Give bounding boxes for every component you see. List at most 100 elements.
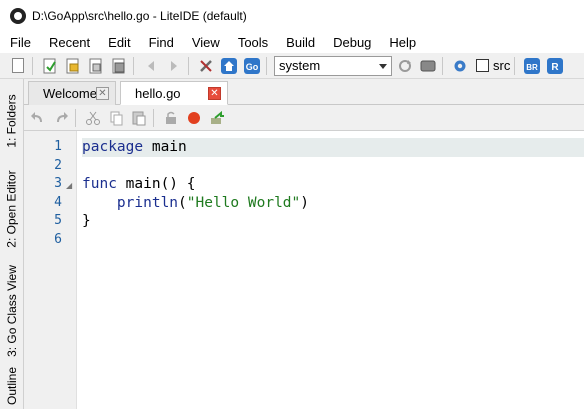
stop-button[interactable] bbox=[184, 108, 204, 128]
menu-debug[interactable]: Debug bbox=[323, 32, 379, 53]
package-name: main bbox=[143, 139, 187, 155]
scissors-icon bbox=[86, 111, 100, 125]
save-button[interactable] bbox=[86, 56, 106, 76]
keyword-func: func bbox=[82, 176, 117, 192]
editor-tab-bar: Welcome ✕ hello.go ✕ bbox=[24, 79, 584, 105]
refresh-icon bbox=[399, 59, 411, 72]
forward-arrow-icon bbox=[171, 60, 177, 71]
line-number-gutter: 1 2 3 ◢ 4 5 6 bbox=[24, 131, 77, 409]
open-paren: ( bbox=[178, 194, 187, 211]
liteide-app-icon bbox=[10, 8, 26, 24]
string-literal: "Hello World" bbox=[186, 194, 301, 211]
build-run-icon: BR bbox=[524, 57, 541, 74]
sidebar-tab-outline-label: Outline bbox=[5, 366, 19, 406]
undo-icon bbox=[31, 111, 42, 122]
close-icon[interactable]: ✕ bbox=[208, 87, 221, 100]
toolbar-separator bbox=[514, 56, 516, 75]
menu-file[interactable]: File bbox=[0, 32, 39, 53]
undo-button[interactable] bbox=[28, 108, 48, 128]
environment-config-icon bbox=[420, 60, 436, 71]
tab-welcome[interactable]: Welcome ✕ bbox=[28, 81, 116, 105]
open-file-button[interactable] bbox=[40, 56, 60, 76]
code-line: } bbox=[82, 212, 584, 231]
menu-help[interactable]: Help bbox=[379, 32, 424, 53]
left-dock-sidebar: 1: Folders 2: Open Editor 3: Go Class Vi… bbox=[0, 79, 24, 409]
new-file-icon bbox=[12, 58, 24, 73]
code-line: println("Hello World") bbox=[82, 194, 584, 213]
svg-text:Go: Go bbox=[246, 62, 259, 72]
menu-view[interactable]: View bbox=[182, 32, 228, 53]
toolbar-separator bbox=[442, 56, 443, 75]
run-icon: R bbox=[547, 57, 564, 74]
export-button[interactable] bbox=[207, 108, 227, 128]
copy-button[interactable] bbox=[106, 108, 126, 128]
toolbar-separator bbox=[32, 56, 33, 75]
main-toolbar: Go system src BR R bbox=[0, 53, 584, 79]
environment-select-value: system bbox=[279, 57, 321, 73]
menu-find[interactable]: Find bbox=[139, 32, 182, 53]
code-editor[interactable]: 1 2 3 ◢ 4 5 6 package main func main() {… bbox=[24, 131, 584, 409]
sidebar-tab-go-class-view[interactable]: 3: Go Class View bbox=[0, 255, 24, 367]
editor-toolbar bbox=[24, 105, 584, 131]
menu-bar: File Recent Edit Find View Tools Build D… bbox=[0, 32, 584, 53]
sidebar-tab-folders-label: 1: Folders bbox=[5, 94, 20, 148]
run-button[interactable]: R bbox=[545, 56, 565, 76]
save-all-button[interactable] bbox=[109, 56, 129, 76]
line-number: 2 bbox=[54, 157, 62, 173]
open-folder-button[interactable] bbox=[63, 56, 83, 76]
gear-icon bbox=[454, 60, 466, 71]
src-checkbox-label: src bbox=[493, 58, 511, 73]
keyword-package: package bbox=[82, 139, 144, 155]
line-number: 5 bbox=[54, 213, 62, 228]
toolbar-separator bbox=[133, 56, 134, 75]
save-icon bbox=[89, 58, 102, 73]
environment-select[interactable]: system bbox=[274, 55, 392, 76]
code-text[interactable]: package main func main() { println("Hell… bbox=[82, 138, 584, 249]
lock-icon bbox=[166, 111, 176, 124]
cut-button[interactable] bbox=[83, 108, 103, 128]
code-line: func main() { bbox=[82, 175, 584, 194]
edit-environment-button[interactable] bbox=[418, 56, 438, 76]
save-all-icon bbox=[112, 58, 125, 73]
menu-tools[interactable]: Tools bbox=[228, 32, 276, 53]
home-button[interactable] bbox=[219, 56, 239, 76]
toolbar-separator bbox=[266, 56, 267, 75]
lock-button[interactable] bbox=[161, 108, 181, 128]
line-number: 1 bbox=[54, 139, 62, 154]
navigate-back-button[interactable] bbox=[141, 56, 161, 76]
line-number: 6 bbox=[54, 231, 62, 247]
menu-build[interactable]: Build bbox=[276, 32, 323, 53]
sidebar-tab-open-editor[interactable]: 2: Open Editor bbox=[0, 161, 24, 257]
tab-hello-go[interactable]: hello.go ✕ bbox=[120, 81, 228, 105]
tools-button[interactable] bbox=[196, 56, 216, 76]
back-arrow-icon bbox=[148, 60, 154, 71]
title-bar: D:\GoApp\src\hello.go - LiteIDE (default… bbox=[0, 0, 584, 32]
sidebar-tab-folders[interactable]: 1: Folders bbox=[0, 85, 24, 157]
menu-recent[interactable]: Recent bbox=[39, 32, 98, 53]
build-run-button[interactable]: BR bbox=[522, 56, 542, 76]
toolbar-separator bbox=[75, 108, 76, 127]
new-file-button[interactable] bbox=[8, 56, 28, 76]
fold-marker-icon[interactable]: ◢ bbox=[66, 181, 72, 190]
func-signature: main() { bbox=[116, 176, 196, 192]
navigate-forward-button[interactable] bbox=[164, 56, 184, 76]
go-tool-button[interactable]: Go bbox=[242, 56, 262, 76]
redo-button[interactable] bbox=[51, 108, 71, 128]
code-line: package main bbox=[82, 138, 584, 157]
sidebar-tab-open-editor-label: 2: Open Editor bbox=[5, 170, 20, 248]
svg-text:R: R bbox=[552, 62, 560, 73]
menu-edit[interactable]: Edit bbox=[98, 32, 138, 53]
toolbar-separator bbox=[153, 108, 154, 127]
close-paren: ) bbox=[300, 194, 309, 211]
paste-button[interactable] bbox=[129, 108, 149, 128]
close-icon[interactable]: ✕ bbox=[96, 87, 109, 100]
reload-environment-button[interactable] bbox=[395, 56, 415, 76]
sidebar-tab-outline[interactable]: Outline bbox=[0, 363, 24, 409]
src-checkbox[interactable] bbox=[476, 59, 489, 72]
copy-icon bbox=[110, 111, 123, 125]
paste-icon bbox=[132, 111, 146, 125]
settings-button[interactable] bbox=[450, 56, 470, 76]
home-icon bbox=[221, 57, 237, 74]
window-title: D:\GoApp\src\hello.go - LiteIDE (default… bbox=[32, 9, 247, 23]
